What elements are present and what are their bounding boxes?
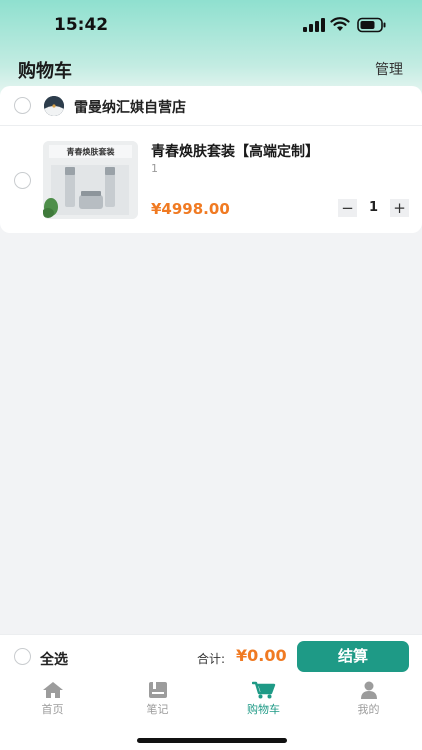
home-icon bbox=[42, 682, 63, 698]
quantity-stepper: − 1 + bbox=[338, 199, 410, 217]
total-label: 合计: bbox=[197, 652, 226, 666]
tab-profile-label: 我的 bbox=[357, 703, 380, 716]
home-indicator bbox=[137, 738, 287, 743]
cart-icon bbox=[251, 681, 275, 699]
item-select-radio[interactable] bbox=[14, 172, 31, 189]
product-spec: 1 bbox=[151, 162, 158, 175]
product-title[interactable]: 青春焕肤套装【高端定制】 bbox=[151, 141, 319, 161]
total-value: ¥0.00 bbox=[236, 646, 287, 665]
select-all-radio[interactable] bbox=[14, 648, 31, 665]
tab-notes-label: 笔记 bbox=[146, 703, 169, 716]
product-thumbnail-text: 青春焕肤套装 bbox=[67, 147, 115, 157]
product-price: ¥4998.00 bbox=[151, 200, 230, 218]
profile-icon bbox=[360, 681, 377, 699]
product-thumbnail[interactable]: 青春焕肤套装 bbox=[43, 141, 138, 219]
shop-name[interactable]: 雷曼纳汇娸自营店 bbox=[74, 97, 186, 117]
manage-button[interactable]: 管理 bbox=[375, 59, 403, 79]
cellular-signal-icon bbox=[303, 18, 325, 32]
status-time: 15:42 bbox=[54, 15, 109, 35]
tab-home-label: 首页 bbox=[41, 703, 64, 716]
shop-header: 雷曼纳汇娸自营店 bbox=[0, 86, 422, 126]
page-title: 购物车 bbox=[18, 61, 72, 82]
tab-notes[interactable]: 笔记 bbox=[105, 680, 210, 725]
shop-select-radio[interactable] bbox=[14, 97, 31, 114]
tab-cart[interactable]: 购物车 bbox=[211, 680, 316, 725]
wifi-icon bbox=[330, 17, 350, 31]
shop-logo bbox=[44, 96, 64, 116]
select-all-label[interactable]: 全选 bbox=[40, 649, 68, 669]
cart-shop-card: 雷曼纳汇娸自营店 青春焕肤套装 青春焕肤套装【高端定制】 1 ¥4998.00 … bbox=[0, 86, 422, 233]
quantity-decrease-button[interactable]: − bbox=[338, 199, 357, 217]
tab-cart-label: 购物车 bbox=[247, 703, 280, 716]
tab-home[interactable]: 首页 bbox=[0, 680, 105, 725]
status-bar: 15:42 bbox=[0, 0, 422, 50]
tab-profile[interactable]: 我的 bbox=[316, 680, 421, 725]
quantity-increase-button[interactable]: + bbox=[390, 199, 409, 217]
checkout-button[interactable]: 结算 bbox=[297, 641, 409, 672]
quantity-value[interactable]: 1 bbox=[357, 199, 390, 217]
tab-bar: 首页 笔记 购物车 我的 bbox=[0, 680, 422, 725]
notes-icon bbox=[148, 682, 167, 698]
battery-icon bbox=[357, 17, 386, 33]
